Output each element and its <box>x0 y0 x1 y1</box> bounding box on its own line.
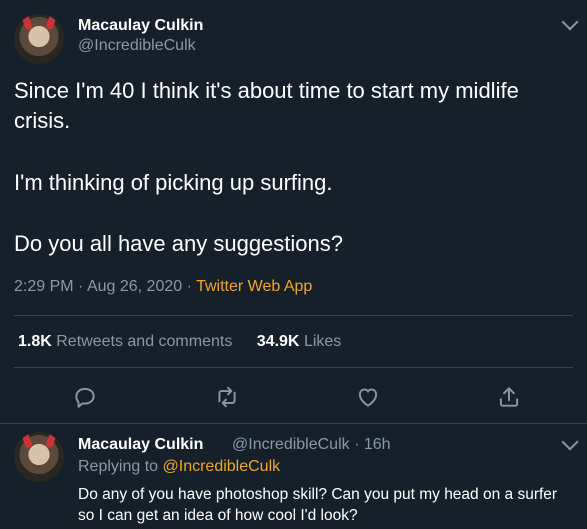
replying-to-prefix: Replying to <box>78 458 159 475</box>
bunny-ear-right <box>45 432 58 449</box>
meta-separator: · <box>186 278 197 295</box>
reply-author-handle-age: @IncredibleCulk · 16h <box>232 436 391 454</box>
reply-age[interactable]: 16h <box>364 436 391 453</box>
reply-author-handle[interactable]: @IncredibleCulk <box>232 436 350 453</box>
chevron-down-icon[interactable] <box>561 13 579 31</box>
divider <box>14 315 573 316</box>
retweets-stat[interactable]: 1.8K Retweets and comments <box>18 333 232 350</box>
author-avatar[interactable] <box>14 14 64 64</box>
likes-stat[interactable]: 34.9K Likes <box>257 333 342 350</box>
bunny-ear-left <box>20 432 33 449</box>
replying-to: Replying to @IncredibleCulk <box>78 458 280 476</box>
likes-label: Likes <box>303 333 342 350</box>
reply-button[interactable] <box>72 384 98 410</box>
divider <box>0 423 587 424</box>
chevron-down-icon[interactable] <box>561 433 579 451</box>
like-icon <box>358 388 378 407</box>
share-button[interactable] <box>496 384 522 410</box>
reply-icon <box>75 387 95 408</box>
tweet-text-line-1: Since I'm 40 I think it's about time to … <box>14 78 519 103</box>
tweet-meta: 2:29 PM · Aug 26, 2020 · Twitter Web App <box>14 278 312 296</box>
retweets-count: 1.8K <box>18 333 52 350</box>
divider <box>14 367 573 368</box>
author-name[interactable]: Macaulay Culkin <box>78 17 203 35</box>
tweet-time[interactable]: 2:29 PM <box>14 278 74 295</box>
bunny-ear-left <box>20 14 33 31</box>
retweet-icon <box>218 386 236 408</box>
author-handle[interactable]: @IncredibleCulk <box>78 37 196 55</box>
tweet-source-app[interactable]: Twitter Web App <box>196 278 312 295</box>
tweet-text-line-3: I'm thinking of picking up surfing. <box>14 170 333 195</box>
bunny-ear-right <box>45 14 58 31</box>
reply-text-line-2: so I can get an idea of how cool I'd loo… <box>78 507 358 524</box>
reply-author-name[interactable]: Macaulay Culkin <box>78 436 203 454</box>
retweets-label: Retweets and comments <box>56 333 233 350</box>
retweet-button[interactable] <box>214 384 240 410</box>
tweet-stats: 1.8K Retweets and comments 34.9K Likes <box>18 333 341 351</box>
tweet-text-line-2: crisis. <box>14 108 71 133</box>
tweet-text-line-4: Do you all have any suggestions? <box>14 231 343 256</box>
like-button[interactable] <box>355 384 381 410</box>
replying-to-mention[interactable]: @IncredibleCulk <box>163 458 281 475</box>
meta-separator: · <box>78 278 87 295</box>
reply-author-avatar[interactable] <box>14 432 64 482</box>
likes-count: 34.9K <box>256 333 300 350</box>
tweet-date[interactable]: Aug 26, 2020 <box>87 278 182 295</box>
share-icon <box>499 387 519 407</box>
reply-text-line-1: Do any of you have photoshop skill? Can … <box>78 486 558 503</box>
meta-separator: · <box>354 436 364 453</box>
